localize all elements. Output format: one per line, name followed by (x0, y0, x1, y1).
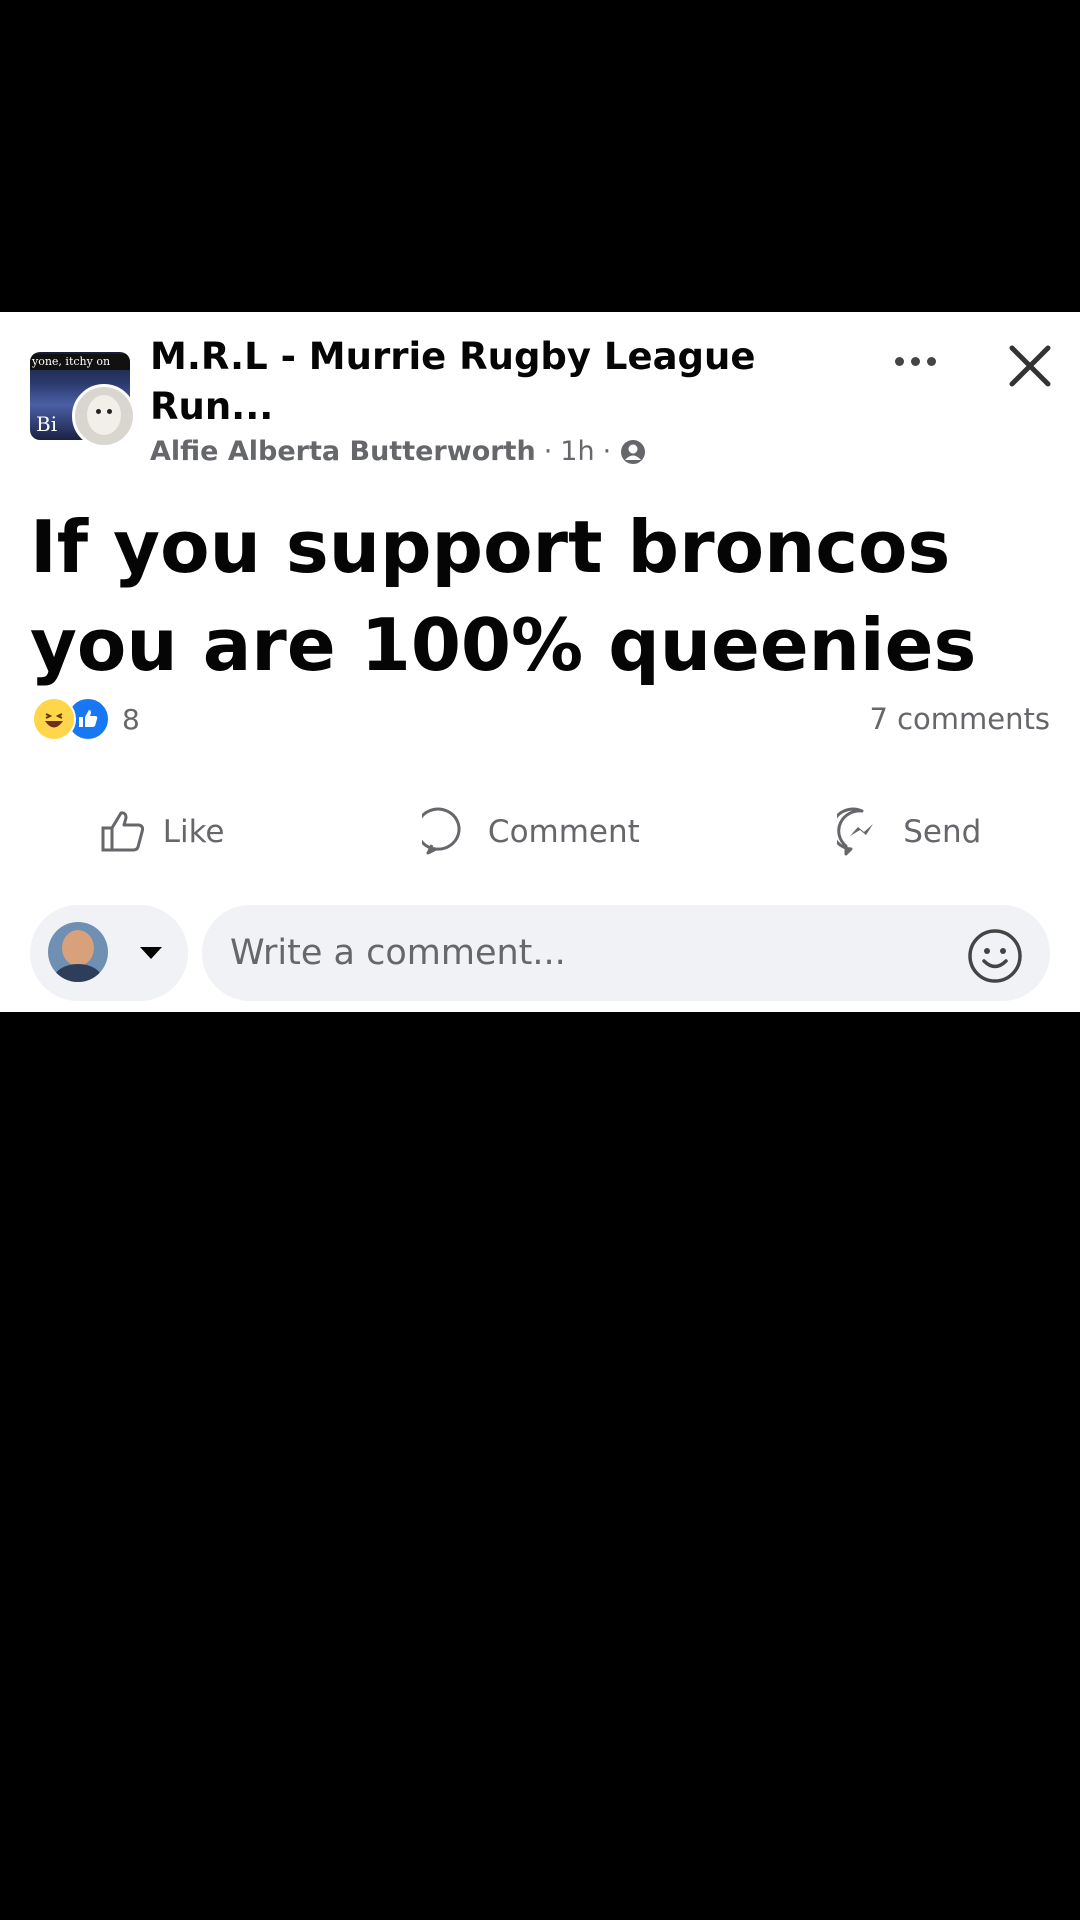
more-dot-icon (894, 356, 904, 366)
author-mini-avatar (72, 384, 136, 448)
close-icon[interactable] (1000, 336, 1060, 396)
send-button[interactable]: Send (837, 807, 981, 857)
more-dot-icon (910, 356, 920, 366)
reaction-count: 8 (122, 702, 140, 736)
messenger-icon (837, 807, 874, 856)
more-options-button[interactable] (880, 336, 950, 386)
reactions-summary[interactable]: 8 (32, 697, 140, 741)
group-thumbnail-text: Bi (36, 412, 58, 436)
like-button[interactable]: Like (99, 808, 225, 856)
group-name[interactable]: M.R.L - Murrie Rugby League Run... (150, 332, 770, 432)
more-dot-icon (926, 356, 936, 366)
post-text: If you support broncos you are 100% quee… (30, 505, 977, 687)
thumbs-up-icon (101, 811, 144, 852)
comment-count[interactable]: 7 comments (869, 702, 1050, 736)
emoji-icon[interactable] (966, 927, 1024, 985)
meta-separator: · (602, 436, 612, 467)
group-thumbnail-caption: yone, itchy on (30, 354, 130, 370)
send-label: Send (903, 814, 982, 850)
comment-label: Comment (487, 814, 640, 850)
comment-button[interactable]: Comment (421, 807, 640, 857)
post-actions: Like Comment Send (0, 782, 1080, 882)
post-meta: Alfie Alberta Butterworth · 1h · (150, 436, 647, 467)
current-user-avatar (48, 922, 108, 982)
globe-icon (621, 439, 646, 464)
comment-input[interactable] (202, 905, 1050, 1001)
like-label: Like (162, 814, 225, 850)
profile-switcher[interactable] (30, 905, 188, 1001)
post-card: yone, itchy on Bi M.R.L - Murrie Rugby L… (0, 312, 1080, 1012)
meta-separator: · (543, 436, 553, 467)
author-name[interactable]: Alfie Alberta Butterworth (150, 436, 536, 467)
caret-down-icon (140, 947, 162, 959)
comment-bubble-icon (421, 807, 461, 855)
post-time[interactable]: 1h (560, 436, 594, 467)
haha-reaction-icon (32, 697, 76, 741)
comment-composer (0, 897, 1080, 1007)
group-avatar[interactable]: yone, itchy on Bi (30, 340, 136, 448)
